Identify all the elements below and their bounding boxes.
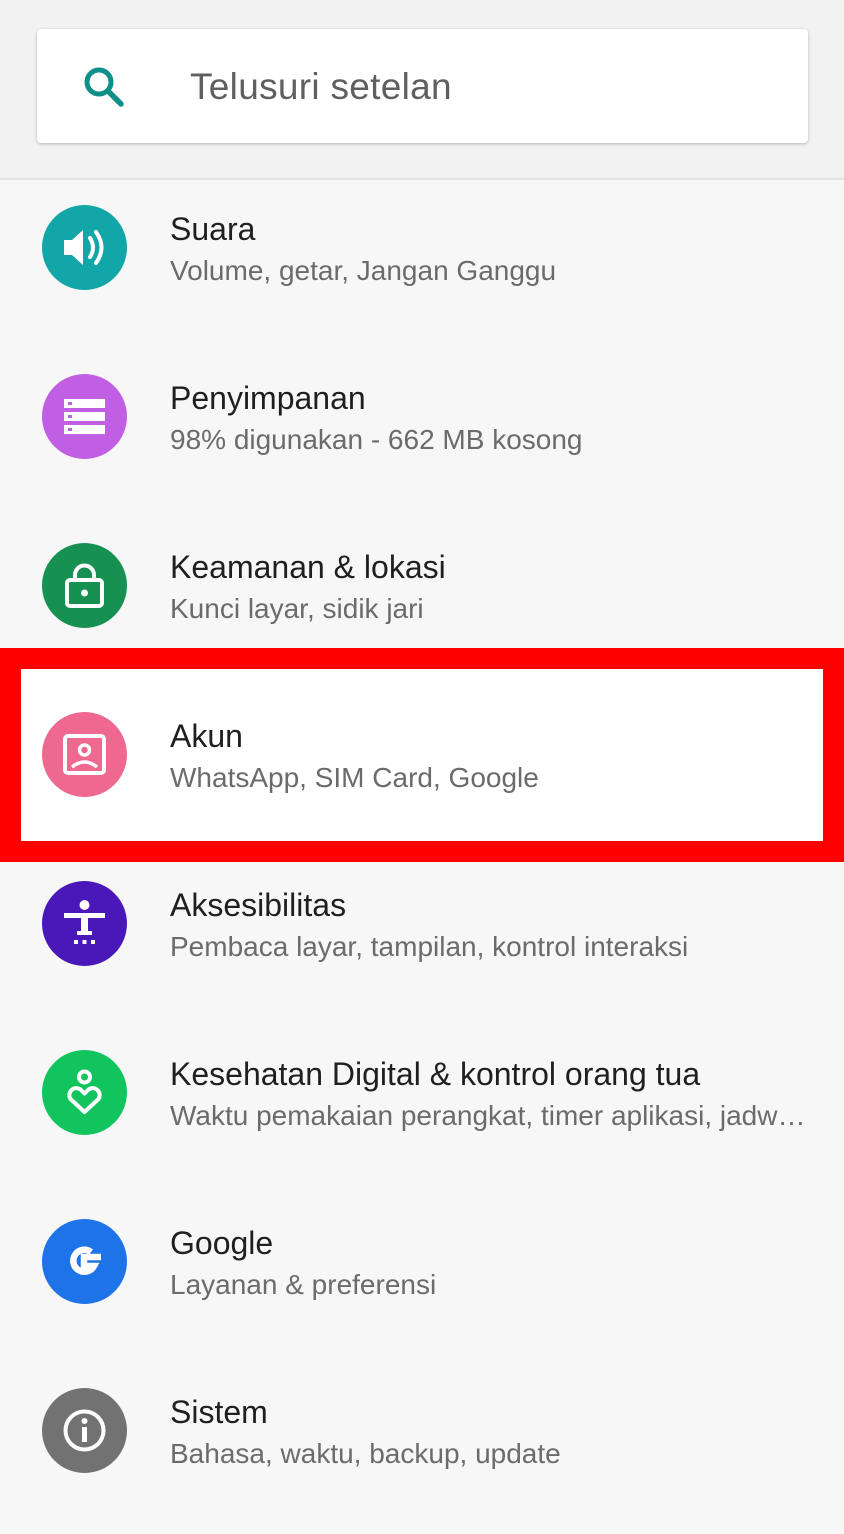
google-icon	[42, 1219, 127, 1304]
item-title: Akun	[170, 718, 243, 754]
search-header: Telusuri setelan	[0, 0, 844, 180]
item-subtitle: Bahasa, waktu, backup, update	[170, 1438, 561, 1469]
settings-item-aksesibilitas[interactable]: Aksesibilitas Pembaca layar, tampilan, k…	[0, 858, 844, 1027]
search-bar[interactable]: Telusuri setelan	[37, 29, 808, 143]
item-subtitle: Pembaca layar, tampilan, kontrol interak…	[170, 931, 689, 962]
settings-item-suara[interactable]: Suara Volume, getar, Jangan Ganggu	[0, 182, 844, 351]
item-subtitle: Waktu pemakaian perangkat, timer aplikas…	[170, 1100, 806, 1131]
settings-item-penyimpanan[interactable]: Penyimpanan 98% digunakan - 662 MB koson…	[0, 351, 844, 520]
item-title: Keamanan & lokasi	[170, 549, 446, 585]
storage-icon	[42, 374, 127, 459]
settings-list: Suara Volume, getar, Jangan Ganggu Penyi…	[0, 182, 844, 1500]
item-title: Google	[170, 1225, 274, 1261]
item-subtitle: Volume, getar, Jangan Ganggu	[170, 255, 557, 286]
item-subtitle: Kunci layar, sidik jari	[170, 593, 424, 624]
item-subtitle: WhatsApp, SIM Card, Google	[170, 762, 539, 793]
item-title: Sistem	[170, 1394, 268, 1430]
item-subtitle: 98% digunakan - 662 MB kosong	[170, 424, 583, 455]
search-icon	[84, 67, 124, 107]
account-icon	[42, 712, 127, 797]
item-title: Aksesibilitas	[170, 887, 347, 923]
settings-item-akun[interactable]: Akun WhatsApp, SIM Card, Google	[0, 689, 844, 858]
item-title: Penyimpanan	[170, 380, 366, 416]
lock-icon	[42, 543, 127, 628]
item-subtitle: Layanan & preferensi	[170, 1269, 437, 1300]
info-icon	[42, 1388, 127, 1473]
digital-wellbeing-icon	[42, 1050, 127, 1135]
accessibility-icon	[42, 881, 127, 966]
settings-item-google[interactable]: Google Layanan & preferensi	[0, 1196, 844, 1365]
settings-item-kesehatan-digital[interactable]: Kesehatan Digital & kontrol orang tua Wa…	[0, 1027, 844, 1196]
volume-icon	[42, 205, 127, 290]
item-title: Suara	[170, 211, 256, 247]
item-title: Kesehatan Digital & kontrol orang tua	[170, 1056, 701, 1092]
settings-item-sistem[interactable]: Sistem Bahasa, waktu, backup, update	[0, 1365, 844, 1534]
search-input[interactable]: Telusuri setelan	[190, 66, 452, 108]
